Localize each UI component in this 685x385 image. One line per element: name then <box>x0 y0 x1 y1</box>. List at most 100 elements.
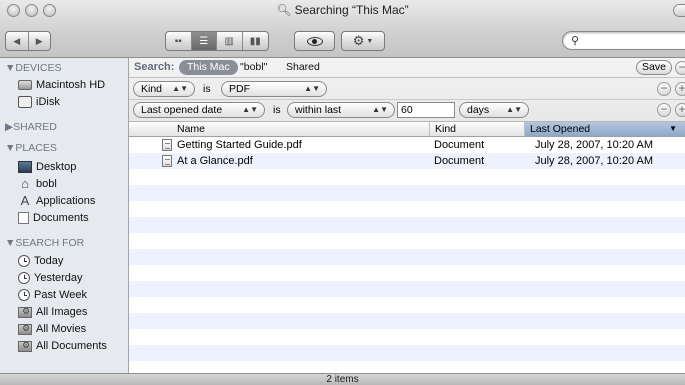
operator-value: within last <box>295 104 342 116</box>
file-last-opened: July 28, 2007, 10:20 AM <box>535 155 654 167</box>
action-menu-button[interactable]: ⚙ ▼ <box>341 31 385 51</box>
sidebar-item-all-documents[interactable]: All Documents <box>18 338 107 354</box>
forward-arrow-icon[interactable]: ▶ <box>29 32 51 50</box>
sidebar-item-bobl[interactable]: ⌂ bobl <box>18 176 57 192</box>
empty-row <box>129 361 685 373</box>
column-last-opened[interactable]: Last Opened ▼ <box>524 122 685 136</box>
file-kind: Document <box>434 139 485 151</box>
sidebar-item-applications[interactable]: A Applications <box>18 193 96 209</box>
search-title-icon: 🔍︎ <box>276 3 292 17</box>
file-kind: Document <box>434 155 485 167</box>
file-name: Getting Started Guide.pdf <box>177 139 302 151</box>
back-arrow-icon[interactable]: ◀ <box>6 32 29 50</box>
sidebar-item-label: Past Week <box>34 289 87 301</box>
quicklook-button[interactable] <box>294 31 335 51</box>
empty-row <box>129 297 685 313</box>
kind-value-popup[interactable]: PDF ▲▼ <box>221 81 327 97</box>
popup-arrows-icon: ▲▼ <box>172 84 188 93</box>
shared-header[interactable]: ▶SHARED <box>5 121 57 133</box>
column-header: Name Kind Last Opened ▼ <box>129 122 685 137</box>
attribute-popup[interactable]: Kind ▲▼ <box>133 81 195 97</box>
devices-header[interactable]: ▼DEVICES <box>5 62 62 74</box>
icon-view-icon[interactable]: ▪▪ <box>166 32 192 50</box>
home-icon: ⌂ <box>21 176 29 191</box>
coverflow-view-icon[interactable]: ▮▮ <box>243 32 268 50</box>
sidebar-item-label: Applications <box>36 195 96 207</box>
empty-row <box>129 329 685 345</box>
smart-folder-icon <box>18 306 32 318</box>
sidebar-item-macintosh-hd[interactable]: Macintosh HD <box>18 77 105 93</box>
sidebar-item-label: All Movies <box>36 323 87 335</box>
days-count-field[interactable]: 60 <box>397 102 455 118</box>
toolbar-toggle-button[interactable] <box>673 4 685 17</box>
sidebar-item-label: Today <box>34 255 64 267</box>
file-list: Name Kind Last Opened ▼ Getting Started G… <box>129 122 685 373</box>
remove-icon[interactable]: − <box>675 61 685 75</box>
sidebar-item-label: Documents <box>33 212 89 224</box>
unit-value: days <box>467 104 490 116</box>
sidebar-item-label: All Documents <box>36 340 107 352</box>
hard-drive-icon <box>18 80 32 90</box>
criteria-row-last-opened: Last opened date ▲▼ is within last ▲▼ 60 d… <box>129 100 685 121</box>
is-label: is <box>273 104 281 116</box>
documents-icon <box>18 212 29 224</box>
empty-row <box>129 169 685 185</box>
empty-row <box>129 249 685 265</box>
empty-row <box>129 201 685 217</box>
scope-shared[interactable]: Shared <box>286 61 320 73</box>
places-header[interactable]: ▼PLACES <box>5 142 57 154</box>
chevron-down-icon: ▼ <box>366 37 374 45</box>
finder-window: 🔍︎ Searching “This Mac” ◀ ▶ ▪▪ ☰ ▥ ▮▮ ⚙ ▼ … <box>0 0 685 385</box>
sidebar-item-label: iDisk <box>36 96 60 108</box>
desktop-icon <box>18 161 32 173</box>
scope-user-folder[interactable]: "bobl" <box>240 61 267 73</box>
window-title-text: Searching “This Mac” <box>294 3 409 17</box>
column-kind[interactable]: Kind <box>429 122 524 136</box>
sidebar-item-past-week[interactable]: Past Week <box>18 287 87 303</box>
search-input[interactable]: ⚲ <box>562 31 685 50</box>
empty-row <box>129 185 685 201</box>
popup-arrows-icon: ▲▼ <box>242 105 258 114</box>
scope-this-mac[interactable]: This Mac <box>179 60 238 75</box>
applications-icon: A <box>20 193 30 208</box>
is-label: is <box>203 83 211 95</box>
popup-arrows-icon: ▲▼ <box>372 105 388 114</box>
search-scope-bar: Search: This Mac "bobl" Shared Save − <box>129 58 685 78</box>
sidebar-item-desktop[interactable]: Desktop <box>18 159 76 175</box>
time-unit-popup[interactable]: days ▲▼ <box>459 102 529 118</box>
table-row[interactable]: Getting Started Guide.pdf Document July … <box>129 137 685 153</box>
sidebar-item-all-images[interactable]: All Images <box>18 304 87 320</box>
empty-row <box>129 281 685 297</box>
sidebar-item-label: All Images <box>36 306 88 318</box>
search-for-header[interactable]: ▼SEARCH FOR <box>5 237 84 249</box>
attribute-value: Kind <box>141 83 163 95</box>
table-row[interactable]: At a Glance.pdf Document July 28, 2007, … <box>129 153 685 169</box>
column-view-icon[interactable]: ▥ <box>217 32 243 50</box>
column-name[interactable]: Name <box>129 122 429 136</box>
back-forward-control: ◀ ▶ <box>5 31 51 51</box>
search-criteria-panel: Search: This Mac "bobl" Shared Save − Ki… <box>129 58 685 122</box>
sidebar-item-idisk[interactable]: iDisk <box>18 94 60 110</box>
save-button[interactable]: Save <box>636 60 672 75</box>
sidebar-item-documents[interactable]: Documents <box>18 210 89 226</box>
sidebar-item-today[interactable]: Today <box>18 253 63 269</box>
sidebar-item-yesterday[interactable]: Yesterday <box>18 270 83 286</box>
sidebar-item-all-movies[interactable]: All Movies <box>18 321 86 337</box>
pdf-file-icon <box>162 155 172 167</box>
attribute-popup[interactable]: Last opened date ▲▼ <box>133 102 265 118</box>
empty-row <box>129 345 685 361</box>
remove-criterion-icon[interactable]: − <box>657 82 671 96</box>
sidebar-item-label: Yesterday <box>34 272 83 284</box>
status-bar: 2 items <box>0 373 685 385</box>
add-criterion-icon[interactable]: + <box>675 103 685 117</box>
empty-row <box>129 265 685 281</box>
remove-criterion-icon[interactable]: − <box>657 103 671 117</box>
file-name: At a Glance.pdf <box>177 155 253 167</box>
criteria-row-kind: Kind ▲▼ is PDF ▲▼ − + <box>129 79 685 100</box>
popup-arrows-icon: ▲▼ <box>506 105 522 114</box>
list-view-icon[interactable]: ☰ <box>191 32 217 50</box>
sidebar-item-label: bobl <box>36 178 57 190</box>
clock-icon <box>18 289 30 301</box>
add-criterion-icon[interactable]: + <box>675 82 685 96</box>
date-operator-popup[interactable]: within last ▲▼ <box>287 102 395 118</box>
